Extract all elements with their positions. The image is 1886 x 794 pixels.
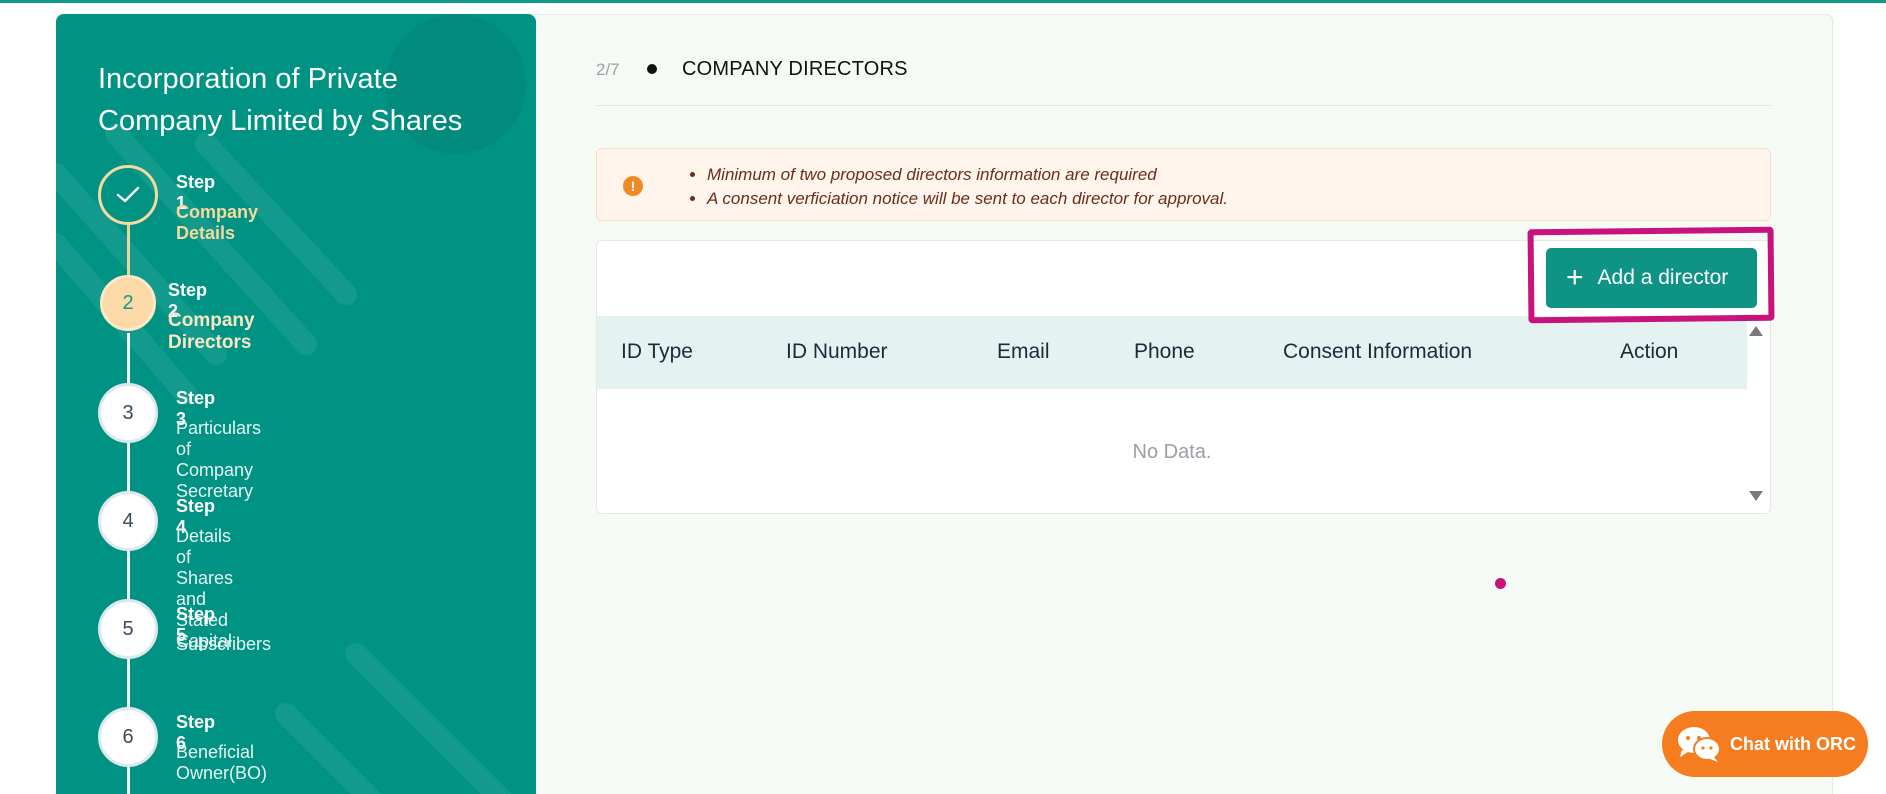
step-progress: 2/7 — [596, 60, 620, 79]
step-connector — [127, 657, 130, 709]
step-6-name: Beneficial Owner(BO) — [176, 742, 268, 783]
info-notice: ! Minimum of two proposed directors info… — [596, 148, 1771, 221]
steps-sidebar: Incorporation of Private Company Limited… — [56, 14, 536, 794]
add-director-label: Add a director — [1597, 266, 1729, 289]
notice-item: A consent verficiation notice will be se… — [707, 187, 1228, 211]
step-connector — [127, 225, 130, 275]
column-phone: Phone — [1134, 340, 1195, 363]
step-5-name: Subscribers — [176, 634, 272, 654]
notice-list: Minimum of two proposed directors inform… — [707, 163, 1228, 211]
table-header: ID Type ID Number Email Phone Consent In… — [597, 316, 1747, 389]
step-3-circle: 3 — [98, 383, 158, 443]
step-6-circle: 6 — [98, 707, 158, 767]
annotation-dot — [1495, 578, 1506, 589]
step-2-name: Company Directors — [168, 310, 255, 353]
exclamation-icon: ! — [623, 176, 643, 196]
step-connector — [127, 765, 130, 794]
step-2-circle: 2 — [100, 275, 156, 331]
chat-label: Chat with ORC — [1730, 733, 1856, 754]
step-5-circle: 5 — [98, 599, 158, 659]
column-id-number: ID Number — [786, 340, 888, 363]
step-1-circle — [98, 165, 158, 225]
check-icon — [116, 186, 140, 203]
add-director-button[interactable]: + Add a director — [1546, 248, 1757, 308]
step-1-name: Company Details — [176, 202, 259, 243]
column-action: Action — [1620, 340, 1679, 363]
column-email: Email — [997, 340, 1050, 363]
top-accent-line — [0, 0, 1886, 3]
plus-icon: + — [1566, 261, 1584, 294]
section-title: COMPANY DIRECTORS — [682, 58, 908, 80]
scroll-up-arrow[interactable] — [1749, 326, 1763, 336]
section-header: 2/7 COMPANY DIRECTORS — [596, 58, 1771, 106]
notice-item: Minimum of two proposed directors inform… — [707, 163, 1228, 187]
column-consent-information: Consent Information — [1283, 340, 1473, 363]
column-id-type: ID Type — [621, 340, 693, 363]
step-connector — [127, 441, 130, 493]
empty-state-text: No Data. — [1132, 441, 1212, 463]
step-connector — [127, 549, 130, 601]
bullet-dot — [647, 64, 657, 74]
wechat-icon — [1678, 727, 1721, 762]
chat-button[interactable]: Chat with ORC — [1662, 711, 1868, 777]
step-4-circle: 4 — [98, 491, 158, 551]
process-title: Incorporation of Private Company Limited… — [98, 63, 463, 137]
step-3-name: Particulars of Company Secretary — [176, 418, 262, 501]
scroll-down-arrow[interactable] — [1749, 491, 1763, 501]
step-connector — [127, 333, 130, 385]
